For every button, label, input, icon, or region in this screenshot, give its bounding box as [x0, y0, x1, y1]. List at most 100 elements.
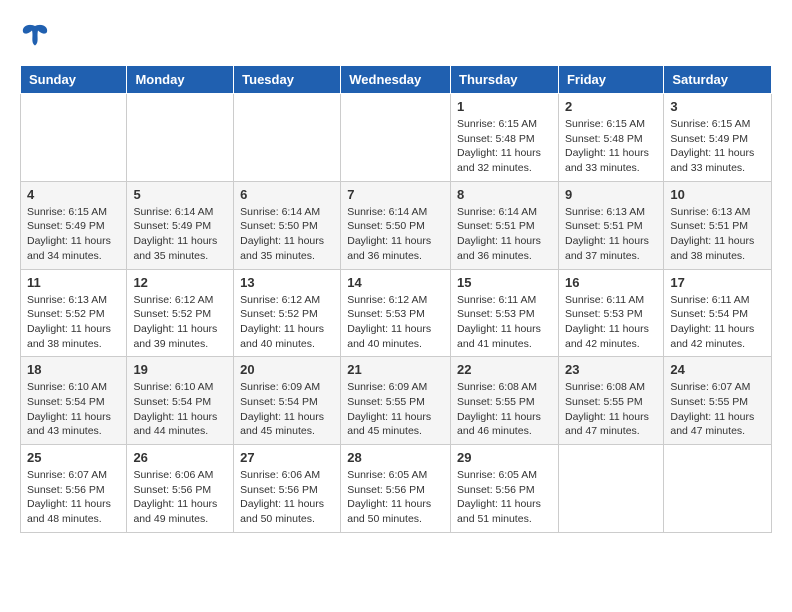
day-info: Sunrise: 6:09 AM Sunset: 5:55 PM Dayligh…: [347, 380, 444, 439]
calendar-cell: [664, 445, 772, 533]
calendar-cell: 15 Sunrise: 6:11 AM Sunset: 5:53 PM Dayli…: [451, 269, 559, 357]
calendar-cell: 27Sunrise: 6:06 AM Sunset: 5:56 PM Dayli…: [234, 445, 341, 533]
day-number: 16: [565, 275, 657, 290]
calendar-cell: 28 Sunrise: 6:05 AM Sunset: 5:56 PM Dayli…: [341, 445, 451, 533]
day-info: Sunrise: 6:07 AM Sunset: 5:55 PM Dayligh…: [670, 380, 765, 439]
day-info: Sunrise: 6:11 AM Sunset: 5:53 PM Dayligh…: [457, 293, 552, 352]
calendar-cell: 7 Sunrise: 6:14 AM Sunset: 5:50 PM Daylig…: [341, 181, 451, 269]
calendar-cell: 22 Sunrise: 6:08 AM Sunset: 5:55 PM Dayli…: [451, 357, 559, 445]
day-info: Sunrise: 6:15 AM Sunset: 5:48 PM Dayligh…: [565, 117, 657, 176]
calendar-week-1: 1 Sunrise: 6:15 AM Sunset: 5:48 PM Daylig…: [21, 94, 772, 182]
calendar-cell: 8 Sunrise: 6:14 AM Sunset: 5:51 PM Daylig…: [451, 181, 559, 269]
col-header-wednesday: Wednesday: [341, 66, 451, 94]
calendar-cell: [21, 94, 127, 182]
calendar-cell: 25 Sunrise: 6:07 AM Sunset: 5:56 PM Dayli…: [21, 445, 127, 533]
day-number: 12: [133, 275, 227, 290]
calendar-cell: 19 Sunrise: 6:10 AM Sunset: 5:54 PM Dayli…: [127, 357, 234, 445]
day-info: Sunrise: 6:13 AM Sunset: 5:51 PM Dayligh…: [670, 205, 765, 264]
calendar-cell: 16 Sunrise: 6:11 AM Sunset: 5:53 PM Dayli…: [558, 269, 663, 357]
day-number: 7: [347, 187, 444, 202]
day-info: Sunrise: 6:14 AM Sunset: 5:51 PM Dayligh…: [457, 205, 552, 264]
day-info: Sunrise: 6:05 AM Sunset: 5:56 PM Dayligh…: [457, 468, 552, 527]
day-info: Sunrise: 6:15 AM Sunset: 5:49 PM Dayligh…: [670, 117, 765, 176]
col-header-sunday: Sunday: [21, 66, 127, 94]
day-info: Sunrise: 6:14 AM Sunset: 5:50 PM Dayligh…: [240, 205, 334, 264]
day-number: 6: [240, 187, 334, 202]
calendar-table: SundayMondayTuesdayWednesdayThursdayFrid…: [20, 65, 772, 533]
day-info: Sunrise: 6:12 AM Sunset: 5:52 PM Dayligh…: [240, 293, 334, 352]
calendar-cell: 17Sunrise: 6:11 AM Sunset: 5:54 PM Dayli…: [664, 269, 772, 357]
calendar-cell: 29 Sunrise: 6:05 AM Sunset: 5:56 PM Dayli…: [451, 445, 559, 533]
calendar-cell: 18Sunrise: 6:10 AM Sunset: 5:54 PM Dayli…: [21, 357, 127, 445]
day-info: Sunrise: 6:08 AM Sunset: 5:55 PM Dayligh…: [457, 380, 552, 439]
day-number: 4: [27, 187, 120, 202]
calendar-cell: 12Sunrise: 6:12 AM Sunset: 5:52 PM Dayli…: [127, 269, 234, 357]
day-info: Sunrise: 6:05 AM Sunset: 5:56 PM Dayligh…: [347, 468, 444, 527]
calendar-cell: 14 Sunrise: 6:12 AM Sunset: 5:53 PM Dayli…: [341, 269, 451, 357]
col-header-tuesday: Tuesday: [234, 66, 341, 94]
day-number: 9: [565, 187, 657, 202]
day-info: Sunrise: 6:14 AM Sunset: 5:50 PM Dayligh…: [347, 205, 444, 264]
calendar-cell: 23 Sunrise: 6:08 AM Sunset: 5:55 PM Dayli…: [558, 357, 663, 445]
page-header: [20, 20, 772, 55]
calendar-cell: 3 Sunrise: 6:15 AM Sunset: 5:49 PM Daylig…: [664, 94, 772, 182]
day-number: 8: [457, 187, 552, 202]
calendar-cell: 11Sunrise: 6:13 AM Sunset: 5:52 PM Dayli…: [21, 269, 127, 357]
day-number: 1: [457, 99, 552, 114]
col-header-monday: Monday: [127, 66, 234, 94]
day-info: Sunrise: 6:15 AM Sunset: 5:48 PM Dayligh…: [457, 117, 552, 176]
calendar-week-5: 25 Sunrise: 6:07 AM Sunset: 5:56 PM Dayli…: [21, 445, 772, 533]
col-header-friday: Friday: [558, 66, 663, 94]
calendar-cell: 1 Sunrise: 6:15 AM Sunset: 5:48 PM Daylig…: [451, 94, 559, 182]
day-number: 20: [240, 362, 334, 377]
calendar-cell: [127, 94, 234, 182]
calendar-cell: 21Sunrise: 6:09 AM Sunset: 5:55 PM Dayli…: [341, 357, 451, 445]
calendar-cell: 4Sunrise: 6:15 AM Sunset: 5:49 PM Daylig…: [21, 181, 127, 269]
day-number: 2: [565, 99, 657, 114]
day-number: 15: [457, 275, 552, 290]
day-info: Sunrise: 6:11 AM Sunset: 5:53 PM Dayligh…: [565, 293, 657, 352]
day-number: 28: [347, 450, 444, 465]
day-number: 18: [27, 362, 120, 377]
calendar-cell: 20 Sunrise: 6:09 AM Sunset: 5:54 PM Dayli…: [234, 357, 341, 445]
calendar-cell: 2 Sunrise: 6:15 AM Sunset: 5:48 PM Daylig…: [558, 94, 663, 182]
day-number: 14: [347, 275, 444, 290]
day-number: 24: [670, 362, 765, 377]
day-number: 26: [133, 450, 227, 465]
calendar-week-4: 18 Sunrise: 6:10 AM Sunset: 5:54 PM Dayli…: [21, 357, 772, 445]
calendar-cell: 9 Sunrise: 6:13 AM Sunset: 5:51 PM Daylig…: [558, 181, 663, 269]
calendar-cell: 10 Sunrise: 6:13 AM Sunset: 5:51 PM Dayli…: [664, 181, 772, 269]
calendar-cell: 6 Sunrise: 6:14 AM Sunset: 5:50 PM Daylig…: [234, 181, 341, 269]
calendar-cell: [234, 94, 341, 182]
day-number: 29: [457, 450, 552, 465]
day-number: 25: [27, 450, 120, 465]
calendar-cell: 13 Sunrise: 6:12 AM Sunset: 5:52 PM Dayli…: [234, 269, 341, 357]
calendar-cell: [558, 445, 663, 533]
day-info: Sunrise: 6:10 AM Sunset: 5:54 PM Dayligh…: [133, 380, 227, 439]
day-info: Sunrise: 6:07 AM Sunset: 5:56 PM Dayligh…: [27, 468, 120, 527]
day-info: Sunrise: 6:14 AM Sunset: 5:49 PM Dayligh…: [133, 205, 227, 264]
day-info: Sunrise: 6:13 AM Sunset: 5:52 PM Dayligh…: [27, 293, 120, 352]
calendar-cell: 26 Sunrise: 6:06 AM Sunset: 5:56 PM Dayli…: [127, 445, 234, 533]
calendar-cell: 24 Sunrise: 6:07 AM Sunset: 5:55 PM Dayli…: [664, 357, 772, 445]
day-info: Sunrise: 6:08 AM Sunset: 5:55 PM Dayligh…: [565, 380, 657, 439]
day-info: Sunrise: 6:12 AM Sunset: 5:53 PM Dayligh…: [347, 293, 444, 352]
col-header-thursday: Thursday: [451, 66, 559, 94]
day-number: 13: [240, 275, 334, 290]
day-info: Sunrise: 6:09 AM Sunset: 5:54 PM Dayligh…: [240, 380, 334, 439]
day-number: 19: [133, 362, 227, 377]
day-number: 23: [565, 362, 657, 377]
day-info: Sunrise: 6:06 AM Sunset: 5:56 PM Dayligh…: [133, 468, 227, 527]
logo-icon: [20, 20, 50, 50]
day-number: 3: [670, 99, 765, 114]
calendar-week-3: 11Sunrise: 6:13 AM Sunset: 5:52 PM Dayli…: [21, 269, 772, 357]
day-number: 5: [133, 187, 227, 202]
calendar-week-2: 4Sunrise: 6:15 AM Sunset: 5:49 PM Daylig…: [21, 181, 772, 269]
day-number: 10: [670, 187, 765, 202]
day-info: Sunrise: 6:13 AM Sunset: 5:51 PM Dayligh…: [565, 205, 657, 264]
day-number: 27: [240, 450, 334, 465]
day-number: 22: [457, 362, 552, 377]
calendar-cell: [341, 94, 451, 182]
calendar-cell: 5 Sunrise: 6:14 AM Sunset: 5:49 PM Daylig…: [127, 181, 234, 269]
day-number: 17: [670, 275, 765, 290]
